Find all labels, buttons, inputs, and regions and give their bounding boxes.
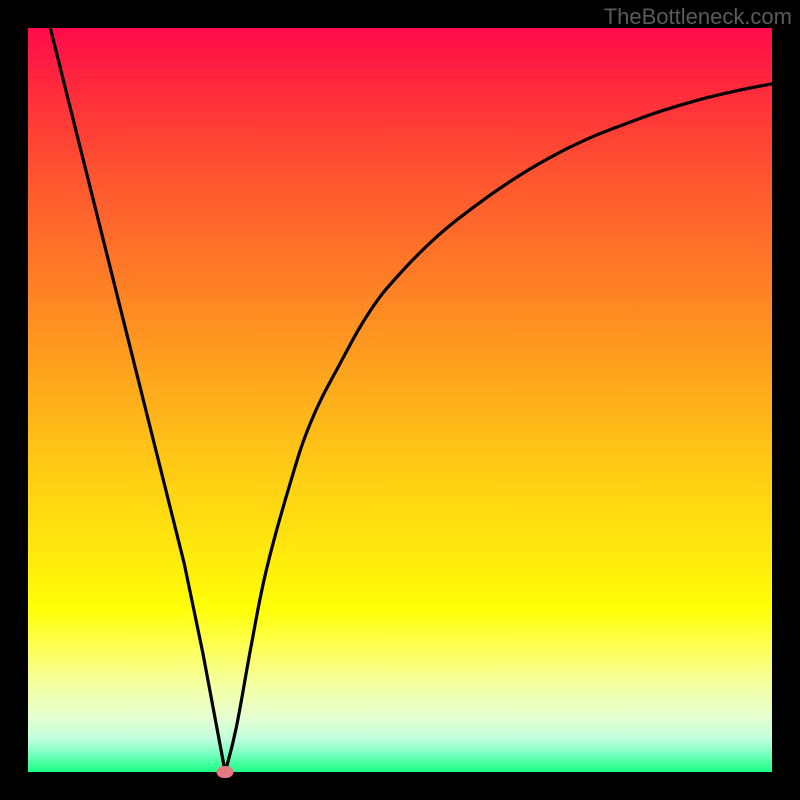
attribution-text: TheBottleneck.com [604,4,792,30]
curve-layer [28,28,772,772]
bottleneck-curve-path [50,28,772,772]
plot-area [28,28,772,772]
chart-frame: TheBottleneck.com [0,0,800,800]
minimum-marker [217,766,234,778]
